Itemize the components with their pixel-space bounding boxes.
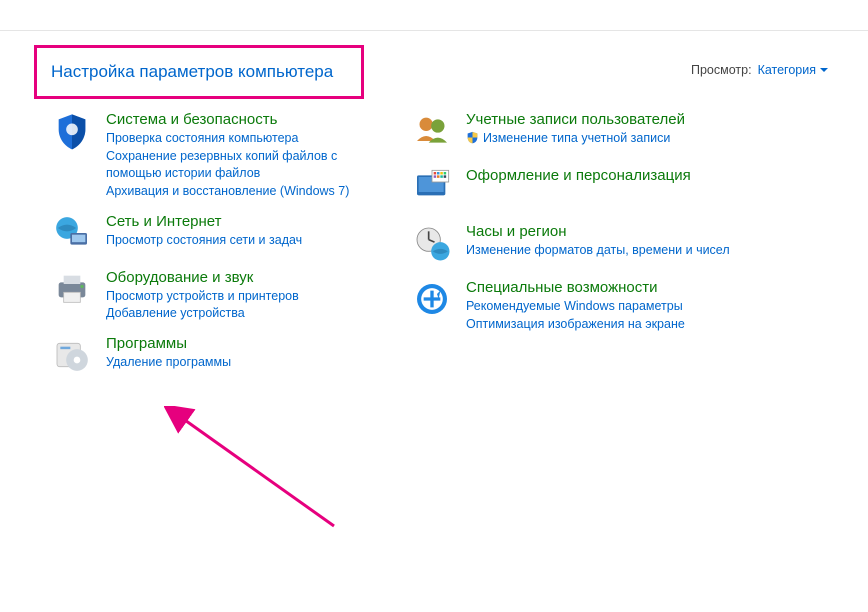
category-link[interactable]: Архивация и восстановление (Windows 7) [106,183,390,200]
category-link[interactable]: Удаление программы [106,354,231,371]
category-link[interactable]: Изменение типа учетной записи [466,130,685,147]
category-link[interactable]: Сохранение резервных копий файлов с помо… [106,148,390,182]
page-title: Настройка параметров компьютера [34,45,364,99]
category-title[interactable]: Сеть и Интернет [106,213,302,230]
category-title[interactable]: Оформление и персонализация [466,167,691,184]
category-title[interactable]: Оборудование и звук [106,269,299,286]
category-title[interactable]: Учетные записи пользователей [466,111,685,128]
category-accessibility: Специальные возможности Рекомендуемые Wi… [410,279,780,334]
category-appearance-personalization: Оформление и персонализация [410,167,780,211]
accessibility-icon [410,279,454,323]
category-link[interactable]: Добавление устройства [106,305,299,322]
monitor-colors-icon [410,167,454,211]
category-link[interactable]: Проверка состояния компьютера [106,130,390,147]
chevron-down-icon [820,68,828,72]
programs-icon [50,335,94,379]
category-hardware-sound: Оборудование и звук Просмотр устройств и… [50,269,390,324]
category-user-accounts: Учетные записи пользователей Изменение т… [410,111,780,155]
category-title[interactable]: Система и безопасность [106,111,390,128]
printer-icon [50,269,94,313]
category-network-internet: Сеть и Интернет Просмотр состояния сети … [50,213,390,257]
globe-network-icon [50,213,94,257]
category-link[interactable]: Просмотр состояния сети и задач [106,232,302,249]
annotation-arrow [164,406,364,546]
category-link[interactable]: Просмотр устройств и принтеров [106,288,299,305]
uac-shield-icon [466,131,479,144]
shield-icon [50,111,94,155]
view-by-dropdown[interactable]: Категория [758,63,828,77]
users-icon [410,111,454,155]
category-system-security: Система и безопасность Проверка состояни… [50,111,390,201]
category-title[interactable]: Часы и регион [466,223,730,240]
view-by-value: Категория [758,63,816,77]
view-by: Просмотр: Категория [691,63,828,77]
category-title[interactable]: Программы [106,335,231,352]
clock-globe-icon [410,223,454,267]
category-clock-region: Часы и регион Изменение форматов даты, в… [410,223,780,267]
category-programs: Программы Удаление программы [50,335,390,379]
category-link[interactable]: Оптимизация изображения на экране [466,316,685,333]
category-link[interactable]: Изменение форматов даты, времени и чисел [466,242,730,259]
view-by-label: Просмотр: [691,63,752,77]
category-title[interactable]: Специальные возможности [466,279,685,296]
category-link[interactable]: Рекомендуемые Windows параметры [466,298,685,315]
